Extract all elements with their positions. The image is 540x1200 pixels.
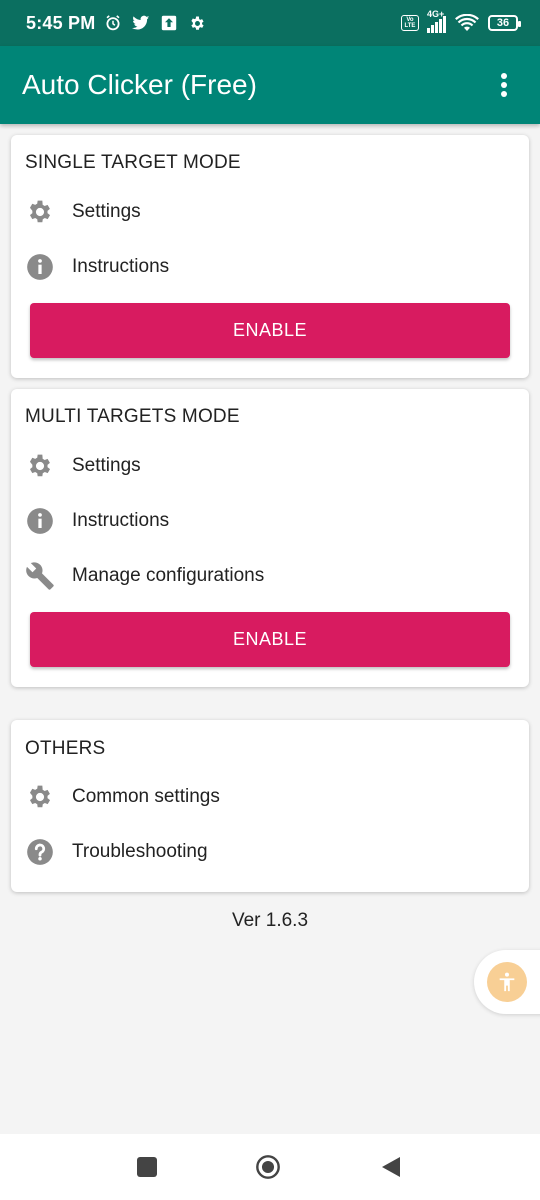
status-right: Vo LTE 4G+ 36 bbox=[401, 9, 521, 33]
manage-configurations-label: Manage configurations bbox=[72, 565, 265, 586]
info-icon bbox=[25, 506, 55, 536]
multi-settings-row[interactable]: Settings bbox=[25, 446, 515, 486]
back-icon[interactable] bbox=[378, 1154, 404, 1180]
home-icon[interactable] bbox=[255, 1154, 281, 1180]
single-target-card: SINGLE TARGET MODE Settings Instructions… bbox=[11, 135, 529, 378]
battery-level: 36 bbox=[496, 17, 510, 29]
wifi-icon bbox=[454, 13, 480, 33]
single-settings-row[interactable]: Settings bbox=[25, 192, 515, 232]
manage-configurations-row[interactable]: Manage configurations bbox=[25, 556, 515, 596]
accessibility-icon[interactable] bbox=[487, 962, 527, 1002]
recents-icon[interactable] bbox=[134, 1154, 160, 1180]
troubleshooting-label: Troubleshooting bbox=[72, 841, 208, 862]
wrench-icon bbox=[25, 561, 55, 591]
settings-icon bbox=[187, 13, 207, 33]
upload-icon bbox=[159, 13, 179, 33]
more-vert-icon[interactable] bbox=[490, 65, 518, 105]
instructions-label: Instructions bbox=[72, 510, 170, 531]
signal-icon: 4G+ bbox=[427, 9, 446, 33]
instructions-label: Instructions bbox=[72, 256, 170, 277]
volte-icon: Vo LTE bbox=[401, 15, 419, 31]
volte-label: Vo LTE bbox=[404, 17, 416, 29]
single-enable-button[interactable]: ENABLE bbox=[30, 303, 510, 358]
multi-target-title: MULTI TARGETS MODE bbox=[25, 406, 240, 427]
gear-icon bbox=[25, 451, 55, 481]
network-type: 4G+ bbox=[427, 9, 445, 19]
single-target-title: SINGLE TARGET MODE bbox=[25, 152, 241, 173]
app-bar: Auto Clicker (Free) bbox=[0, 46, 540, 124]
others-card: OTHERS Common settings Troubleshooting bbox=[11, 720, 529, 892]
info-icon bbox=[25, 252, 55, 282]
alarm-icon bbox=[103, 13, 123, 33]
navigation-bar bbox=[0, 1134, 540, 1200]
multi-instructions-row[interactable]: Instructions bbox=[25, 501, 515, 541]
app-title: Auto Clicker (Free) bbox=[22, 69, 257, 100]
multi-enable-button[interactable]: ENABLE bbox=[30, 612, 510, 667]
troubleshooting-row[interactable]: Troubleshooting bbox=[25, 832, 515, 872]
multi-target-card: MULTI TARGETS MODE Settings Instructions… bbox=[11, 389, 529, 687]
common-settings-label: Common settings bbox=[72, 786, 220, 807]
common-settings-row[interactable]: Common settings bbox=[25, 777, 515, 817]
status-time: 5:45 PM bbox=[26, 12, 96, 33]
help-icon bbox=[25, 837, 55, 867]
gear-icon bbox=[25, 197, 55, 227]
battery-icon: 36 bbox=[488, 15, 521, 31]
twitter-icon bbox=[131, 13, 151, 33]
single-instructions-row[interactable]: Instructions bbox=[25, 247, 515, 287]
settings-label: Settings bbox=[72, 455, 141, 476]
others-title: OTHERS bbox=[25, 738, 106, 759]
version-label: Ver 1.6.3 bbox=[231, 910, 309, 931]
status-bar: 5:45 PM Vo LTE 4G+ 36 bbox=[0, 0, 540, 46]
settings-label: Settings bbox=[72, 201, 141, 222]
gear-icon bbox=[25, 782, 55, 812]
status-left: 5:45 PM bbox=[26, 13, 207, 34]
